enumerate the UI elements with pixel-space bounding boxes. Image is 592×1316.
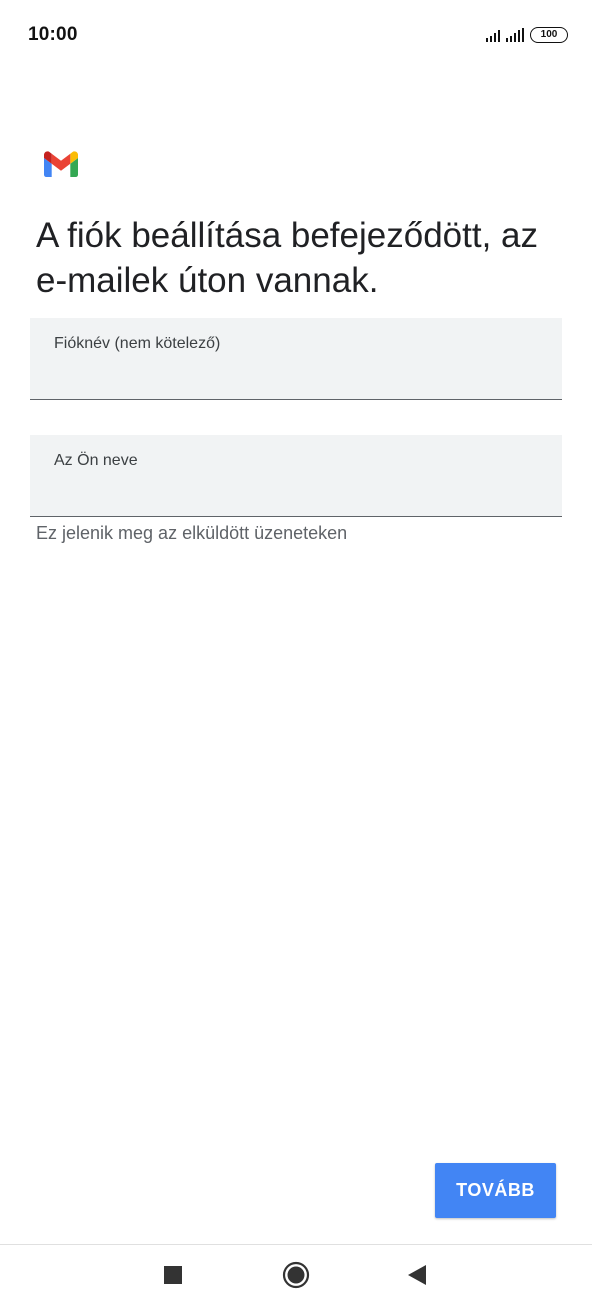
status-icons: 100 xyxy=(486,24,568,46)
recents-button[interactable] xyxy=(143,1245,203,1305)
signal-icon xyxy=(486,28,500,42)
home-button[interactable] xyxy=(266,1245,326,1305)
next-button[interactable]: TOVÁBB xyxy=(435,1163,556,1218)
battery-icon: 100 xyxy=(530,27,568,43)
account-name-field[interactable]: Fióknév (nem kötelező) xyxy=(30,318,562,400)
account-name-label: Fióknév (nem kötelező) xyxy=(54,335,221,352)
recents-icon xyxy=(164,1266,182,1284)
your-name-field[interactable]: Az Ön neve xyxy=(30,435,562,517)
page-title: A fiók beállítása befejeződött, az e-mai… xyxy=(36,216,538,300)
status-time: 10:00 xyxy=(28,24,78,45)
your-name-label: Az Ön neve xyxy=(54,452,138,469)
status-bar: 10:00 100 xyxy=(0,0,592,70)
your-name-helper-text: Ez jelenik meg az elküldött üzeneteken xyxy=(36,523,348,543)
home-icon xyxy=(282,1261,310,1289)
back-icon xyxy=(408,1265,426,1285)
battery-level: 100 xyxy=(530,27,568,43)
signal-icon xyxy=(506,28,524,42)
gmail-logo xyxy=(44,151,78,177)
navigation-bar xyxy=(0,1245,592,1316)
account-name-input[interactable] xyxy=(54,360,534,388)
your-name-input[interactable] xyxy=(54,477,534,505)
back-button[interactable] xyxy=(387,1245,447,1305)
